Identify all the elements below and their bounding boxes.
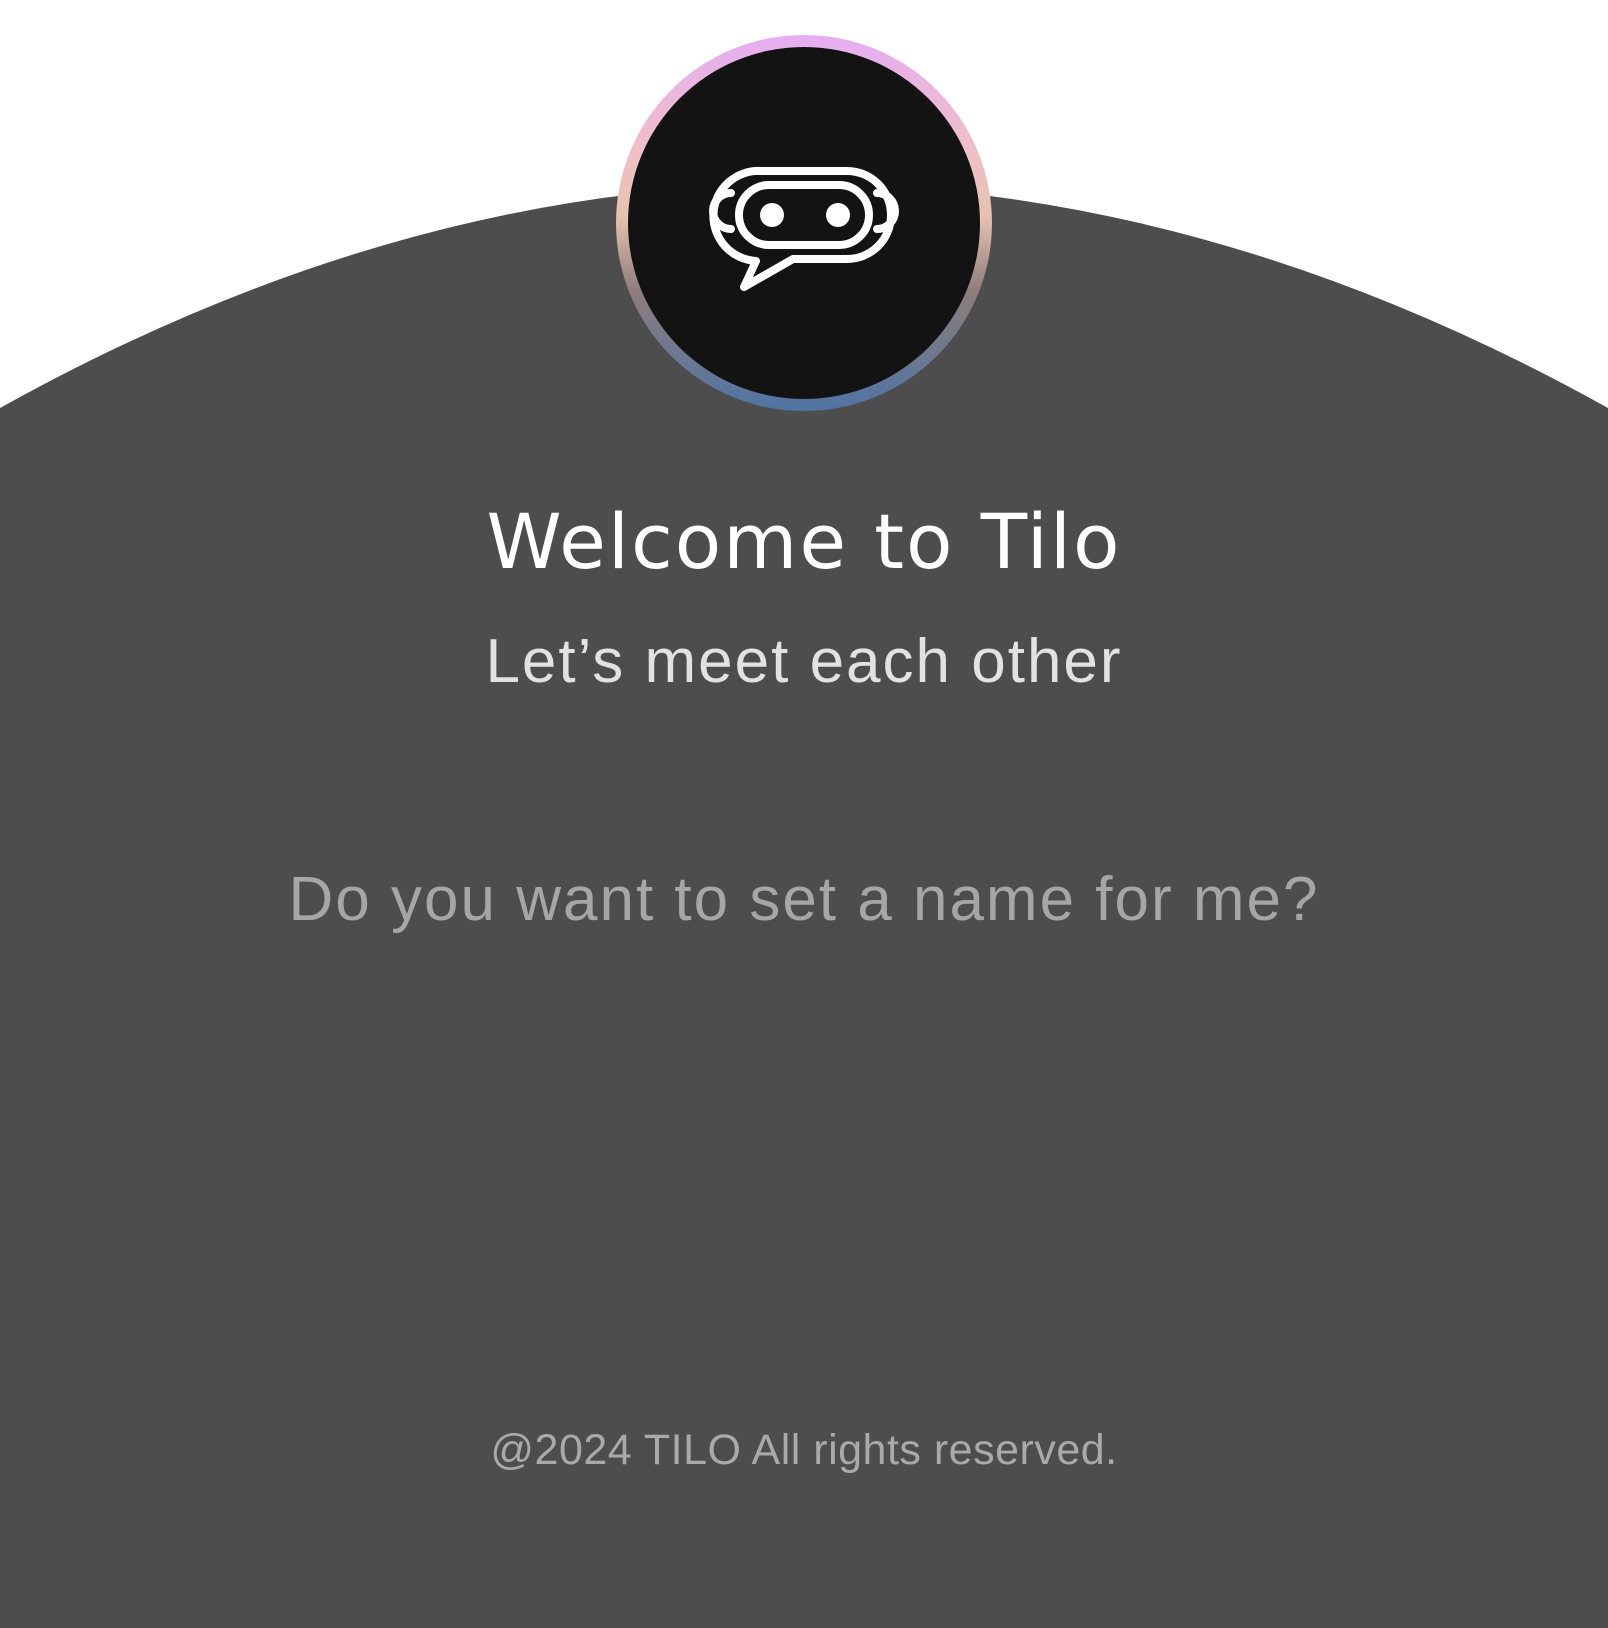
page-subtitle: Let’s meet each other [485, 627, 1123, 696]
set-name-prompt[interactable]: Do you want to set a name for me? [0, 862, 1608, 938]
page-title: Welcome to Tilo [486, 497, 1122, 586]
avatar-core [628, 47, 980, 399]
avatar [616, 35, 992, 411]
chat-bot-icon [709, 166, 899, 291]
footer-copyright: @2024 TILO All rights reserved. [490, 1426, 1118, 1474]
